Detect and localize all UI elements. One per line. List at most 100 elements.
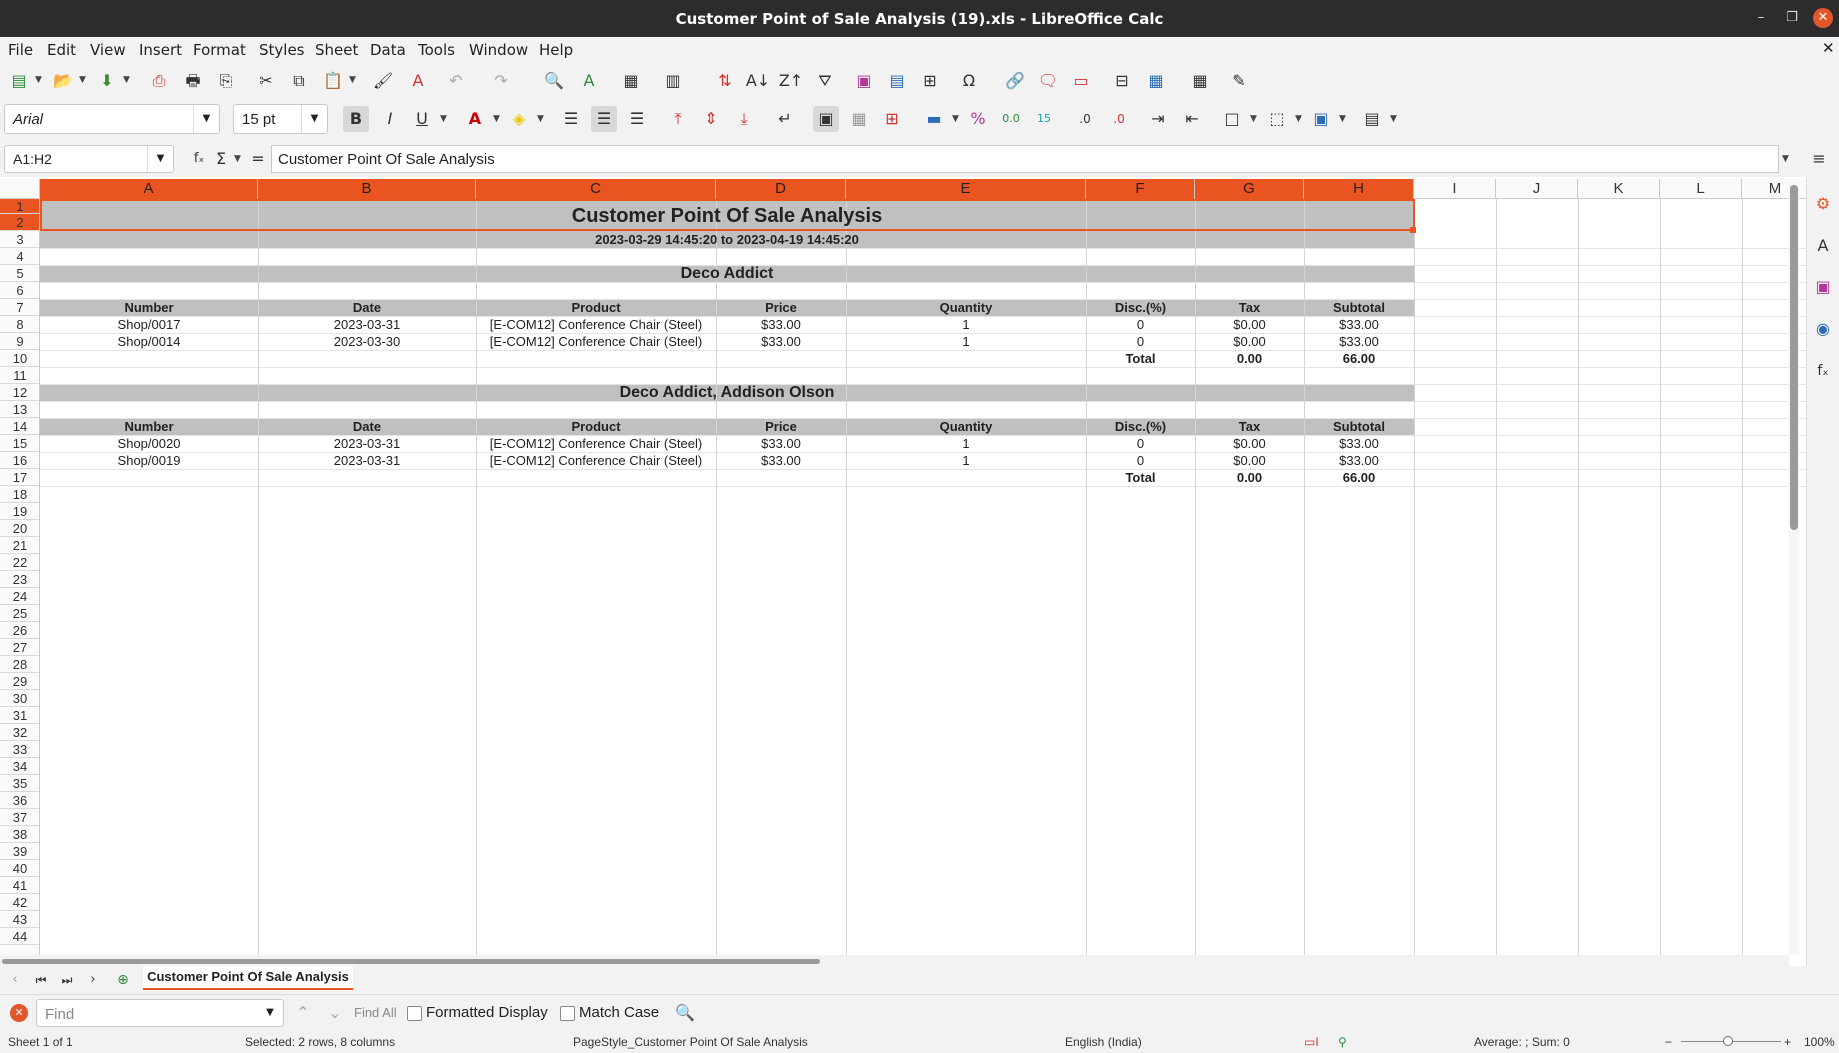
header-2-price[interactable]: Price — [716, 418, 846, 435]
row-header-1[interactable]: 1 — [0, 199, 39, 214]
close-document-icon[interactable]: ✕ — [1822, 39, 1835, 57]
row-icon[interactable]: ▦ — [618, 68, 644, 94]
add-sheet-icon[interactable]: ⊕ — [110, 967, 136, 993]
header-1-number[interactable]: Number — [40, 299, 258, 316]
sheet-tab-active[interactable]: Customer Point Of Sale Analysis — [143, 966, 353, 990]
vertical-scrollbar[interactable] — [1789, 185, 1799, 955]
row-header-32[interactable]: 32 — [0, 724, 39, 741]
table-cell[interactable]: $0.00 — [1195, 452, 1304, 469]
expand-formula-icon[interactable]: ▼ — [1782, 154, 1792, 164]
zoom-out-icon[interactable]: − — [1665, 1035, 1672, 1049]
row-header-15[interactable]: 15 — [0, 435, 39, 452]
table-cell[interactable]: 1 — [846, 316, 1086, 333]
column-header-l[interactable]: L — [1660, 179, 1742, 199]
redo-icon[interactable]: ↷ — [488, 68, 514, 94]
table-cell[interactable]: [E-COM12] Conference Chair (Steel) — [476, 333, 716, 350]
insert-chart-icon[interactable]: ▤ — [884, 68, 910, 94]
row-header-18[interactable]: 18 — [0, 486, 39, 503]
find-replace-dialog-icon[interactable]: 🔍 — [672, 1000, 698, 1026]
column-header-i[interactable]: I — [1414, 179, 1496, 199]
row-header-29[interactable]: 29 — [0, 673, 39, 690]
font-color-icon[interactable]: A — [462, 106, 488, 132]
menu-help[interactable]: Help — [539, 41, 573, 59]
header-2-product[interactable]: Product — [476, 418, 716, 435]
row-header-39[interactable]: 39 — [0, 843, 39, 860]
select-all-corner[interactable] — [0, 179, 40, 199]
group-2-name[interactable]: Deco Addict, Addison Olson — [40, 383, 1414, 402]
functions-icon[interactable]: fₓ — [1810, 358, 1836, 384]
font-size-dropdown-icon[interactable]: ▼ — [301, 105, 327, 133]
match-case-checkbox[interactable] — [560, 1006, 575, 1021]
total-2-label[interactable]: Total — [1086, 469, 1195, 486]
row-header-27[interactable]: 27 — [0, 639, 39, 656]
column-header-j[interactable]: J — [1496, 179, 1578, 199]
menu-format[interactable]: Format — [193, 41, 246, 59]
row-header-31[interactable]: 31 — [0, 707, 39, 724]
column-header-d[interactable]: D — [716, 179, 846, 199]
row-header-25[interactable]: 25 — [0, 605, 39, 622]
row-header-12[interactable]: 12 — [0, 384, 39, 401]
row-header-36[interactable]: 36 — [0, 792, 39, 809]
menu-tools[interactable]: Tools — [418, 41, 455, 59]
print-icon[interactable]: 🖶 — [180, 68, 206, 94]
export-pdf-icon[interactable]: ⎙ — [146, 68, 172, 94]
clear-formatting-icon[interactable]: A — [405, 68, 431, 94]
menu-file[interactable]: File — [8, 41, 33, 59]
row-header-38[interactable]: 38 — [0, 826, 39, 843]
save-dropdown-icon[interactable]: ▼ — [123, 75, 133, 85]
freeze-rows-icon[interactable]: ▦ — [1143, 68, 1169, 94]
table-cell[interactable]: $33.00 — [1304, 452, 1414, 469]
total-2-subtotal[interactable]: 66.00 — [1304, 469, 1414, 486]
currency-dropdown-icon[interactable]: ▼ — [952, 114, 962, 124]
align-center-icon[interactable]: ☰ — [591, 106, 617, 132]
row-header-7[interactable]: 7 — [0, 299, 39, 316]
sheet-period[interactable]: 2023-03-29 14:45:20 to 2023-04-19 14:45:… — [40, 231, 1414, 248]
sort-ascending-icon[interactable]: A↓ — [745, 68, 771, 94]
scroll-left-icon[interactable]: ⏮ — [28, 967, 54, 993]
row-header-42[interactable]: 42 — [0, 894, 39, 911]
row-header-34[interactable]: 34 — [0, 758, 39, 775]
table-cell[interactable]: $33.00 — [716, 452, 846, 469]
number-format-icon[interactable]: 0.0 — [998, 106, 1024, 132]
header-2-number[interactable]: Number — [40, 418, 258, 435]
selection-mode-icon[interactable]: ▭I — [1304, 1035, 1319, 1049]
conditional-dropdown-icon[interactable]: ▼ — [1390, 114, 1400, 124]
font-name-dropdown-icon[interactable]: ▼ — [193, 105, 219, 133]
new-document-icon[interactable]: ▤ — [6, 68, 32, 94]
zoom-slider-thumb[interactable] — [1723, 1036, 1733, 1046]
special-character-icon[interactable]: Ω — [956, 68, 982, 94]
header-1-date[interactable]: Date — [258, 299, 476, 316]
spreadsheet-grid[interactable]: Customer Point Of Sale Analysis 2023-03-… — [40, 199, 1808, 955]
styles-icon[interactable]: A — [1810, 233, 1836, 259]
menu-data[interactable]: Data — [370, 41, 406, 59]
borders-dropdown-icon[interactable]: ▼ — [1250, 114, 1260, 124]
header-2-subtotal[interactable]: Subtotal — [1304, 418, 1414, 435]
table-cell[interactable]: 2023-03-30 — [258, 333, 476, 350]
font-size-combo[interactable]: 15 pt ▼ — [233, 104, 328, 134]
increase-indent-icon[interactable]: ⇥ — [1145, 106, 1171, 132]
align-left-icon[interactable]: ☰ — [558, 106, 584, 132]
table-cell[interactable]: Shop/0020 — [40, 435, 258, 452]
table-cell[interactable]: 0 — [1086, 435, 1195, 452]
sort-icon[interactable]: ⇅ — [712, 68, 738, 94]
add-decimal-icon[interactable]: .0 — [1072, 106, 1098, 132]
sidebar-menu-icon[interactable]: ≡ — [1806, 146, 1832, 172]
paste-dropdown-icon[interactable]: ▼ — [349, 75, 359, 85]
horizontal-scrollbar[interactable] — [0, 955, 1789, 966]
cut-icon[interactable]: ✂ — [253, 68, 279, 94]
header-2-quantity[interactable]: Quantity — [846, 418, 1086, 435]
copy-icon[interactable]: ⧉ — [286, 68, 312, 94]
group-1-name[interactable]: Deco Addict — [40, 264, 1414, 283]
total-1-subtotal[interactable]: 66.00 — [1304, 350, 1414, 367]
find-previous-icon[interactable]: ⌃ — [290, 1000, 316, 1026]
row-header-10[interactable]: 10 — [0, 350, 39, 367]
close-find-icon[interactable]: ✕ — [10, 1004, 28, 1022]
header-2-discount[interactable]: Disc.(%) — [1086, 418, 1195, 435]
header-1-product[interactable]: Product — [476, 299, 716, 316]
row-header-26[interactable]: 26 — [0, 622, 39, 639]
border-color-dropdown-icon[interactable]: ▼ — [1339, 114, 1349, 124]
font-color-dropdown-icon[interactable]: ▼ — [493, 114, 503, 124]
merge-cells-icon[interactable]: ▦ — [846, 106, 872, 132]
row-header-3[interactable]: 3 — [0, 231, 39, 248]
table-cell[interactable]: Shop/0019 — [40, 452, 258, 469]
